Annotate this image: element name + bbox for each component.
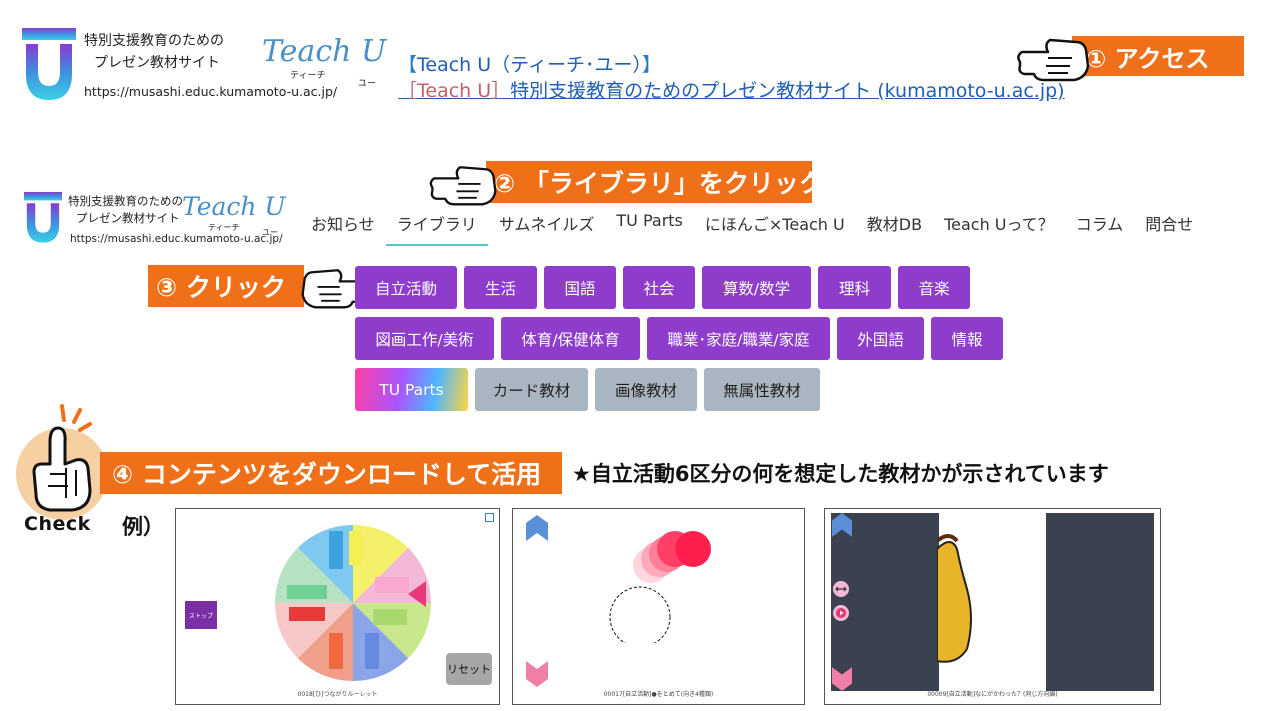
expand-icon [485, 513, 494, 522]
site-logo-nav[interactable]: 特別支援教育のための プレゼン教材サイト Teach U ティーチ ユー htt… [24, 190, 294, 250]
logo-tagline-1: 特別支援教育のための [68, 194, 183, 208]
pointing-hand-icon [1017, 38, 1090, 82]
nav-item-library[interactable]: ライブラリ [385, 208, 488, 246]
reset-button: リセット [446, 653, 492, 685]
category-foreign-language-button[interactable]: 外国語 [837, 317, 924, 360]
check-label: Check [24, 513, 91, 535]
link-title: Teach U（ティーチ･ユー） [417, 54, 643, 76]
nav-item-column[interactable]: コラム [1065, 208, 1135, 246]
nav-item-news[interactable]: お知らせ [300, 208, 386, 246]
nav-item-about[interactable]: Teach Uって？ [933, 208, 1065, 246]
logo-reading-teach: ティーチ [290, 71, 326, 81]
logo-reading-teach: ティーチ [208, 223, 240, 232]
logo-url: https://musashi.educ.kumamoto-u.ac.jp/ [84, 84, 338, 99]
example-caption: 00017[自立活動]●をとめて(向き4種類) [603, 691, 714, 698]
play-icon [833, 605, 849, 621]
logo-tagline-1: 特別支援教育のための [84, 33, 224, 49]
category-seikatsu-button[interactable]: 生活 [464, 266, 537, 309]
category-kokugo-button[interactable]: 国語 [544, 266, 616, 309]
category-rika-button[interactable]: 理科 [818, 266, 891, 309]
left-cover-panel [831, 513, 939, 691]
site-url-link[interactable]: ［Teach U］特別支援教育のためのプレゼン教材サイト (kumamoto-u… [398, 76, 1065, 103]
callout-step-2: ② 「ライブラリ」をクリック [486, 161, 824, 203]
category-row-1: 自立活動 生活 国語 社会 算数/数学 理科 音楽 [355, 266, 1035, 309]
link-bracket-open: 【 [398, 54, 418, 76]
arrow-up-icon [526, 515, 548, 541]
category-info-button[interactable]: 情報 [931, 317, 1003, 360]
nav-item-tu-parts[interactable]: TU Parts [605, 208, 694, 246]
link-site-prefix: ［Teach U］ [398, 80, 511, 102]
arrow-down-icon [832, 667, 852, 691]
category-pe-button[interactable]: 体育/保健体育 [501, 317, 640, 360]
example-roulette-screenshot: ストップ リセット 0018[ひ]つながりルーレット [175, 508, 500, 705]
character-figure [937, 534, 972, 663]
category-row-3: TU Parts カード教材 画像教材 無属性教材 [355, 368, 1035, 411]
category-image-button[interactable]: 画像教材 [595, 368, 697, 411]
example-what-changed-screenshot: 00009[自立活動]なにがかわった？(同じ方向編) [824, 508, 1161, 705]
link-site-name: 特別支援教育のためのプレゼン教材サイト (kumamoto-u.ac.jp) [510, 80, 1065, 102]
logo-url: https://musashi.educ.kumamoto-u.ac.jp/ [70, 233, 283, 245]
nav-item-nihongo[interactable]: にほんご×Teach U [694, 208, 856, 246]
teach-u-logo-icon [22, 28, 76, 100]
swap-icon [833, 581, 849, 597]
logo-tagline-2: プレゼン教材サイト [94, 55, 220, 71]
category-vocation-button[interactable]: 職業･家庭/職業/家庭 [647, 317, 830, 360]
right-cover-panel [1046, 513, 1154, 691]
jiritsu-note: ★自立活動6区分の何を想定した教材かが示されています [572, 462, 1109, 486]
moving-circle-graphic [609, 531, 711, 643]
teach-u-logo-icon [24, 191, 62, 243]
nav-item-contact[interactable]: 問合せ [1134, 208, 1204, 246]
category-art-button[interactable]: 図画工作/美術 [355, 317, 494, 360]
example-caption: 00009[自立活動]なにがかわった？(同じ方向編) [927, 691, 1058, 698]
callout-step-3: ③ クリック [148, 265, 304, 307]
logo-tagline-2: プレゼン教材サイト [76, 211, 180, 225]
category-buttons: 自立活動 生活 国語 社会 算数/数学 理科 音楽 図画工作/美術 体育/保健体… [355, 266, 1035, 419]
category-math-button[interactable]: 算数/数学 [702, 266, 811, 309]
logo-brand: Teach U [262, 34, 387, 69]
arrow-down-icon [526, 661, 548, 687]
site-logo-top: 特別支援教育のための プレゼン教材サイト Teach U ティーチ ユー htt… [22, 26, 386, 106]
example-stop-circle-screenshot: 00017[自立活動]●をとめて(向き4種類) [512, 508, 805, 705]
category-jiritsu-button[interactable]: 自立活動 [355, 266, 457, 309]
callout-step-1: ① アクセス [1072, 36, 1244, 76]
category-card-button[interactable]: カード教材 [475, 368, 588, 411]
site-title-link[interactable]: 【Teach U（ティーチ･ユー）】 [398, 50, 661, 77]
callout-step-4: ④ コンテンツをダウンロードして活用 [100, 452, 562, 494]
nav-item-thumbnails[interactable]: サムネイルズ [488, 208, 606, 246]
category-tu-parts-button[interactable]: TU Parts [355, 368, 468, 411]
stop-button: ストップ [185, 601, 217, 629]
link-bracket-close: 】 [642, 54, 662, 76]
logo-reading-u: ユー [358, 79, 377, 89]
category-row-2: 図画工作/美術 体育/保健体育 職業･家庭/職業/家庭 外国語 情報 [355, 317, 1035, 360]
category-no-attribute-button[interactable]: 無属性教材 [704, 368, 820, 411]
logo-brand: Teach U [182, 192, 286, 221]
roulette-pointer-icon [408, 581, 426, 607]
main-nav: お知らせ ライブラリ サムネイルズ TU Parts にほんご×Teach U … [300, 208, 1204, 246]
arrow-up-icon [832, 513, 852, 537]
category-shakai-button[interactable]: 社会 [623, 266, 695, 309]
pointing-hand-icon [429, 166, 497, 206]
nav-item-db[interactable]: 教材DB [856, 208, 933, 246]
category-music-button[interactable]: 音楽 [898, 266, 970, 309]
example-caption: 0018[ひ]つながりルーレット [297, 691, 378, 698]
example-label: 例） [122, 515, 164, 539]
